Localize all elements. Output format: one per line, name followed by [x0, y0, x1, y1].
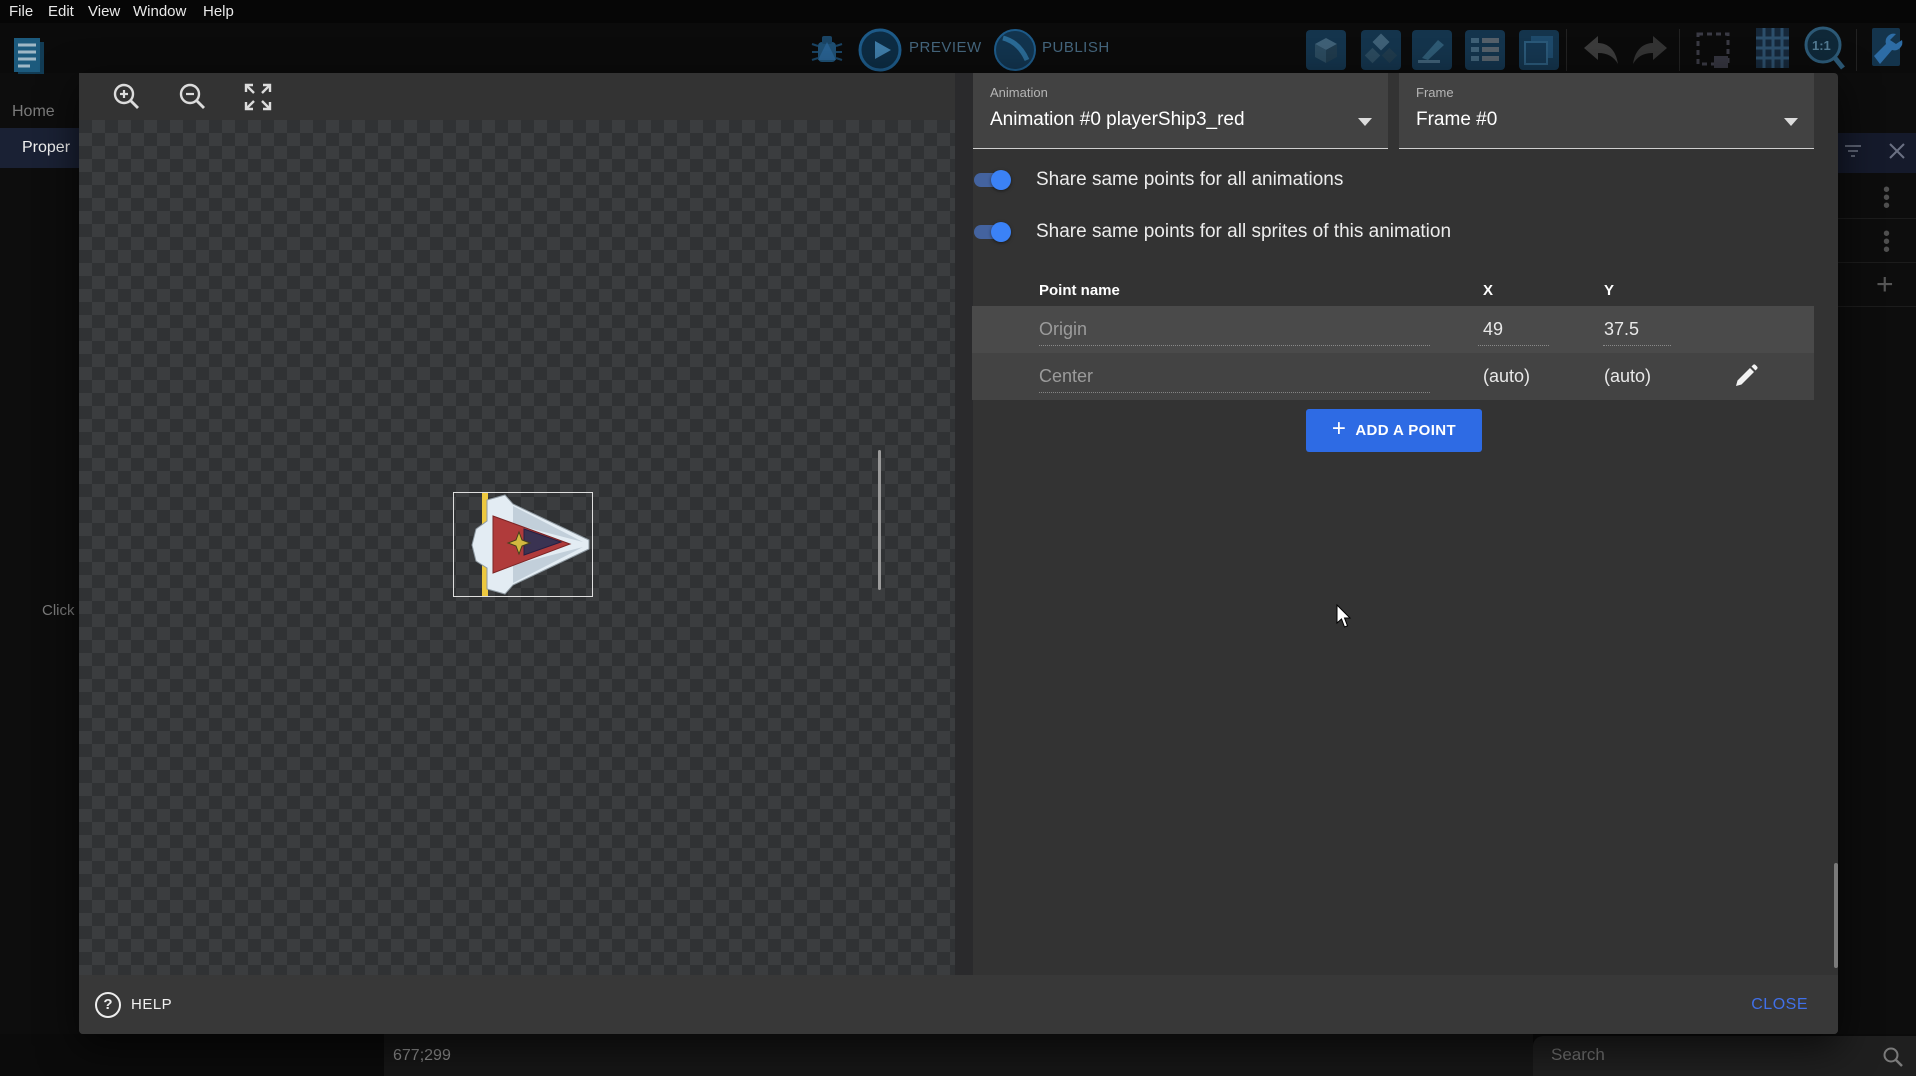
menu-window[interactable]: Window: [133, 3, 186, 20]
redo-icon[interactable]: [1631, 32, 1671, 68]
point-x-value: (auto): [1483, 366, 1530, 387]
toolbar-separator: [1856, 29, 1857, 71]
column-header-x: X: [1483, 282, 1493, 299]
undo-icon[interactable]: [1580, 32, 1620, 68]
objects-search-box[interactable]: Search: [1533, 1036, 1916, 1076]
add-object-icon[interactable]: [1306, 30, 1346, 70]
publish-label[interactable]: PUBLISH: [1042, 39, 1110, 56]
share-points-sprites-toggle[interactable]: [974, 225, 1008, 239]
search-placeholder: Search: [1551, 1045, 1605, 1065]
zoom-ratio-label: 1:1: [1812, 38, 1831, 53]
plus-icon: +: [1332, 417, 1346, 441]
share-points-sprites-row: Share same points for all sprites of thi…: [974, 219, 1451, 245]
points-panel: Animation Animation #0 playerShip3_red F…: [972, 73, 1838, 975]
toolbar-separator: [1679, 29, 1680, 71]
mask-selection-icon[interactable]: [1694, 30, 1732, 72]
preview-play-icon[interactable]: [858, 28, 902, 72]
table-row-center[interactable]: Center (auto) (auto): [972, 353, 1814, 400]
mouse-cursor: [1336, 604, 1354, 630]
properties-panel-header: [1838, 133, 1916, 173]
menu-bar: File Edit View Window Help: [0, 0, 1916, 23]
point-y-value: (auto): [1604, 366, 1651, 387]
zoom-out-icon[interactable]: [177, 81, 209, 113]
toolbar-separator: [1566, 29, 1567, 71]
chevron-down-icon: [1784, 118, 1798, 126]
instances-list-icon[interactable]: [1465, 30, 1505, 70]
share-points-animations-row: Share same points for all animations: [974, 167, 1343, 193]
cursor-coordinates: 677;299: [393, 1047, 451, 1065]
edit-scene-icon[interactable]: [1412, 30, 1452, 70]
search-icon: [1882, 1046, 1904, 1068]
row-separator: [1838, 218, 1916, 219]
scene-status-panel: 677;299: [384, 1034, 1533, 1076]
zoom-ratio-icon[interactable]: 1:1: [1803, 24, 1845, 72]
status-bar: 677;299 Search: [0, 1034, 1916, 1076]
gdevelop-app: File Edit View Window Help PREVIEW PUBLI: [0, 0, 1916, 1076]
point-y-value[interactable]: 37.5: [1604, 319, 1639, 340]
close-button[interactable]: CLOSE: [1751, 996, 1808, 1014]
animation-select[interactable]: Animation Animation #0 playerShip3_red: [973, 73, 1388, 149]
edit-pencil-icon[interactable]: [1733, 363, 1759, 389]
point-x-value[interactable]: 49: [1483, 319, 1503, 340]
menu-view[interactable]: View: [88, 3, 120, 20]
frame-select[interactable]: Frame Frame #0: [1399, 73, 1814, 149]
sprite-preview-area: [79, 73, 955, 975]
edit-points-dialog: Animation Animation #0 playerShip3_red F…: [79, 73, 1838, 1034]
toggle-label: Share same points for all animations: [1036, 169, 1343, 191]
row-separator: [1838, 306, 1916, 307]
animation-select-label: Animation: [990, 85, 1048, 100]
tab-home[interactable]: Home: [12, 103, 55, 121]
objects-group-icon[interactable]: [1361, 30, 1401, 70]
menu-edit[interactable]: Edit: [48, 3, 74, 20]
row-menu-icon[interactable]: •••: [1883, 230, 1890, 254]
animation-select-value: Animation #0 playerShip3_red: [990, 109, 1245, 131]
canvas-panel-divider: [955, 73, 973, 975]
menu-file[interactable]: File: [9, 3, 33, 20]
fit-to-view-icon[interactable]: [242, 81, 274, 113]
file-document-icon[interactable]: [12, 36, 46, 76]
row-menu-icon[interactable]: •••: [1883, 186, 1890, 210]
dialog-footer: ? HELP CLOSE: [79, 975, 1838, 1034]
share-points-animations-toggle[interactable]: [974, 173, 1008, 187]
help-button[interactable]: ? HELP: [95, 975, 172, 1034]
canvas-scrollbar[interactable]: [878, 450, 881, 590]
column-header-y: Y: [1604, 282, 1614, 299]
publish-globe-icon[interactable]: [993, 28, 1037, 72]
tab-properties[interactable]: Proper: [0, 128, 79, 168]
sprite-player-ship[interactable]: [453, 492, 593, 597]
chevron-down-icon: [1358, 118, 1372, 126]
menu-help[interactable]: Help: [203, 3, 234, 20]
panel-scrollbar[interactable]: [1834, 863, 1838, 968]
add-row-icon[interactable]: +: [1876, 268, 1894, 302]
table-row-origin[interactable]: Origin 49 37.5: [972, 306, 1814, 353]
frame-select-value: Frame #0: [1416, 109, 1497, 131]
project-settings-icon[interactable]: [1866, 26, 1906, 72]
preview-label[interactable]: PREVIEW: [909, 39, 982, 56]
toggle-label: Share same points for all sprites of thi…: [1036, 221, 1451, 243]
filter-icon[interactable]: [1843, 141, 1863, 161]
close-panel-icon[interactable]: [1887, 141, 1907, 161]
layers-icon[interactable]: [1519, 30, 1559, 70]
row-separator: [1838, 262, 1916, 263]
point-name: Center: [1039, 366, 1093, 387]
main-toolbar: PREVIEW PUBLISH: [0, 23, 1916, 73]
point-name: Origin: [1039, 319, 1087, 340]
frame-select-label: Frame: [1416, 85, 1454, 100]
canvas-hint-text: Click: [42, 602, 75, 619]
help-icon: ?: [95, 992, 121, 1018]
add-a-point-button[interactable]: + ADD A POINT: [1306, 409, 1482, 452]
grid-icon[interactable]: [1754, 26, 1791, 70]
zoom-in-icon[interactable]: [111, 81, 143, 113]
debug-icon[interactable]: [808, 30, 846, 70]
column-header-name: Point name: [1039, 282, 1120, 299]
